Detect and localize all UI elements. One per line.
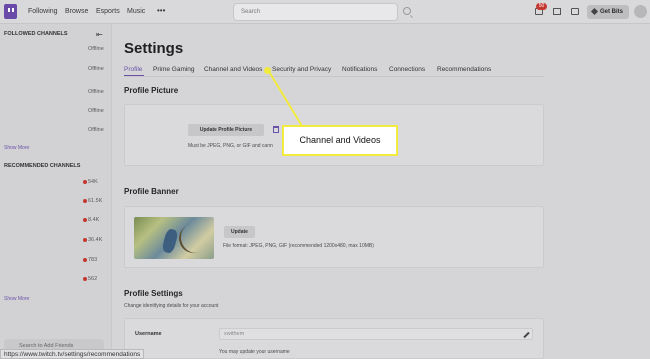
- nav-esports[interactable]: Esports: [96, 8, 120, 15]
- callout-pointer-dot: [264, 67, 271, 74]
- notification-badge: 50: [536, 3, 547, 10]
- settings-main: Settings Profile Prime Gaming Channel an…: [113, 24, 650, 359]
- profile-settings-card: Username xwithem You may update your use…: [124, 318, 544, 359]
- search-icon[interactable]: [403, 7, 411, 15]
- recommended-channel-viewers[interactable]: 54K: [83, 179, 98, 185]
- username-value: xwithem: [224, 331, 245, 337]
- profile-picture-note: Must be JPEG, PNG, or GIF and cann: [188, 143, 273, 149]
- user-avatar[interactable]: [634, 5, 647, 18]
- show-more-followed-link[interactable]: Show More: [4, 145, 29, 151]
- show-more-recommended-link[interactable]: Show More: [4, 296, 29, 302]
- get-bits-label: Get Bits: [600, 9, 624, 15]
- trash-icon[interactable]: [273, 126, 279, 133]
- username-hint: You may update your username: [219, 349, 290, 355]
- recommended-channel-viewers[interactable]: 783: [83, 257, 97, 263]
- tab-profile[interactable]: Profile: [124, 66, 142, 73]
- top-nav: Following Browse Esports Music ••• Searc…: [0, 0, 650, 24]
- live-indicator-icon: [83, 180, 87, 184]
- profile-banner-heading: Profile Banner: [124, 187, 179, 196]
- tab-divider: [124, 76, 544, 77]
- live-indicator-icon: [83, 199, 87, 203]
- active-tab-indicator: [124, 75, 144, 76]
- username-field[interactable]: xwithem: [219, 328, 533, 340]
- live-indicator-icon: [83, 258, 87, 262]
- recommended-channel-viewers[interactable]: 61.5K: [83, 198, 102, 204]
- tab-recommendations[interactable]: Recommendations: [437, 66, 491, 73]
- search-input[interactable]: Search: [233, 3, 398, 21]
- tab-security-and-privacy[interactable]: Security and Privacy: [272, 66, 331, 73]
- tab-prime-gaming[interactable]: Prime Gaming: [153, 66, 195, 73]
- followed-channels-heading: FOLLOWED CHANNELS: [4, 31, 68, 37]
- banner-format-note: File format: JPEG, PNG, GIF (recommended…: [223, 243, 374, 249]
- sidebar: FOLLOWED CHANNELS ⇤ Offline Offline Offl…: [0, 24, 112, 359]
- status-bar-url: https://www.twitch.tv/settings/recommend…: [0, 349, 145, 359]
- nav-following[interactable]: Following: [28, 8, 58, 15]
- profile-banner-card: Update File format: JPEG, PNG, GIF (reco…: [124, 206, 544, 268]
- update-banner-button[interactable]: Update: [224, 226, 255, 238]
- followed-channel-status[interactable]: Offline: [88, 66, 104, 72]
- nav-music[interactable]: Music: [127, 8, 145, 15]
- twitch-logo-icon[interactable]: [4, 4, 17, 19]
- profile-settings-heading: Profile Settings: [124, 289, 183, 298]
- recommended-channels-heading: RECOMMENDED CHANNELS: [4, 163, 81, 169]
- inbox-icon[interactable]: [553, 8, 561, 15]
- tab-notifications[interactable]: Notifications: [342, 66, 377, 73]
- search-placeholder: Search: [241, 9, 261, 15]
- followed-channel-status[interactable]: Offline: [88, 108, 104, 114]
- banner-image: [134, 217, 214, 259]
- live-indicator-icon: [83, 218, 87, 222]
- recommended-channel-viewers[interactable]: 36.4K: [83, 237, 102, 243]
- recommended-channel-viewers[interactable]: 562: [83, 276, 97, 282]
- profile-picture-heading: Profile Picture: [124, 86, 179, 95]
- update-profile-picture-button[interactable]: Update Profile Picture: [188, 124, 264, 136]
- page-title: Settings: [124, 40, 184, 57]
- collapse-sidebar-icon[interactable]: ⇤: [96, 30, 103, 39]
- more-options-icon[interactable]: •••: [157, 6, 165, 15]
- tab-connections[interactable]: Connections: [389, 66, 425, 73]
- recommended-channel-viewers[interactable]: 8.4K: [83, 217, 99, 223]
- get-bits-button[interactable]: Get Bits: [587, 5, 629, 19]
- callout-label: Channel and Videos: [282, 125, 398, 156]
- tab-channel-and-videos[interactable]: Channel and Videos: [204, 66, 262, 73]
- profile-settings-subtitle: Change identifying details for your acco…: [124, 303, 219, 309]
- whispers-icon[interactable]: [571, 8, 579, 15]
- live-indicator-icon: [83, 238, 87, 242]
- followed-channel-status[interactable]: Offline: [88, 89, 104, 95]
- live-indicator-icon: [83, 277, 87, 281]
- followed-channel-status[interactable]: Offline: [88, 46, 104, 52]
- username-label: Username: [135, 331, 162, 337]
- followed-channel-status[interactable]: Offline: [88, 127, 104, 133]
- nav-browse[interactable]: Browse: [65, 8, 88, 15]
